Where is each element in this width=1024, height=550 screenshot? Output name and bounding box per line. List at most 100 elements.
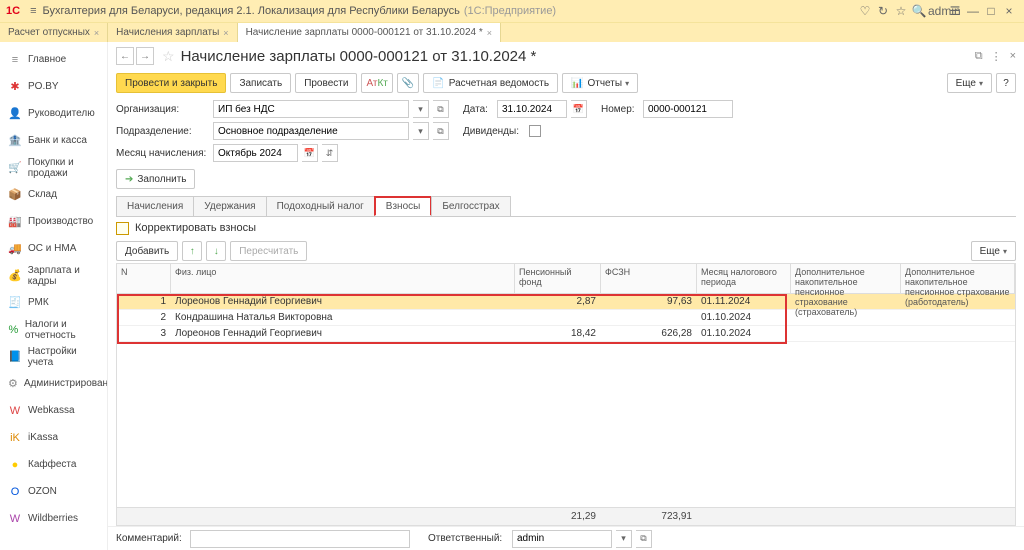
- more-button[interactable]: Еще▾: [947, 73, 992, 93]
- sidebar-label: РМК: [28, 297, 49, 308]
- window-tab[interactable]: Начисления зарплаты×: [108, 23, 237, 43]
- month-label: Месяц начисления:: [116, 148, 209, 159]
- sidebar-label: Налоги и отчетность: [25, 319, 99, 341]
- date-input[interactable]: [497, 100, 567, 118]
- reports-button[interactable]: 📊Отчеты▾: [562, 73, 638, 93]
- attach-button[interactable]: 📎: [397, 73, 419, 93]
- caps-icon[interactable]: ☰: [946, 4, 964, 18]
- titlebar: 1C ≡ Бухгалтерия для Беларуси, редакция …: [0, 0, 1024, 22]
- tab-close-icon[interactable]: ×: [94, 28, 99, 38]
- num-input[interactable]: [643, 100, 733, 118]
- history-icon[interactable]: ↻: [874, 4, 892, 18]
- month-input[interactable]: [213, 144, 298, 162]
- recalc-button[interactable]: Пересчитать: [230, 241, 307, 261]
- post-close-button[interactable]: Провести и закрыть: [116, 73, 226, 93]
- dept-input[interactable]: [213, 122, 409, 140]
- subtab[interactable]: Белгосстрах: [431, 196, 510, 216]
- sidebar-item[interactable]: ✱PO.BY: [0, 73, 107, 100]
- post-button[interactable]: Провести: [295, 73, 357, 93]
- nav-back-button[interactable]: ←: [116, 47, 134, 65]
- sidebar-item[interactable]: 👤Руководителю: [0, 100, 107, 127]
- grid-row[interactable]: 3Лореонов Геннадий Георгиевич18,42626,28…: [117, 326, 1015, 342]
- nav-fwd-button[interactable]: →: [136, 47, 154, 65]
- month-pick-icon[interactable]: 📅: [302, 144, 318, 162]
- dept-select-icon[interactable]: ▾: [413, 122, 429, 140]
- close-doc-icon[interactable]: ×: [1010, 50, 1016, 63]
- minimize-icon[interactable]: —: [964, 4, 982, 18]
- grid-row[interactable]: 1Лореонов Геннадий Георгиевич2,8797,6301…: [117, 294, 1015, 310]
- user-label[interactable]: admin: [928, 4, 946, 18]
- dtkt-button[interactable]: АтКт: [361, 73, 392, 93]
- link-icon[interactable]: ⧉: [975, 50, 983, 63]
- sidebar-item[interactable]: ⚙Администрирование: [0, 370, 107, 397]
- sidebar-label: OZON: [28, 486, 57, 497]
- responsible-input[interactable]: [512, 530, 612, 548]
- sidebar-item[interactable]: 💰Зарплата и кадры: [0, 262, 107, 289]
- sidebar-label: Главное: [28, 54, 66, 65]
- sidebar-item[interactable]: %Налоги и отчетность: [0, 316, 107, 343]
- resp-open-icon[interactable]: ⧉: [636, 530, 652, 548]
- tab-close-icon[interactable]: ×: [487, 28, 492, 38]
- favorite-star-icon[interactable]: ☆: [162, 48, 175, 65]
- sidebar-label: Руководителю: [28, 108, 95, 119]
- tab-close-icon[interactable]: ×: [223, 28, 228, 38]
- search-icon[interactable]: 🔍: [910, 4, 928, 18]
- doc-header: ← → ☆ Начисление зарплаты 0000-000121 от…: [108, 42, 1024, 70]
- footer: Комментарий: Ответственный: ▾ ⧉: [108, 526, 1024, 550]
- comment-input[interactable]: [190, 530, 410, 548]
- sidebar-item[interactable]: iK iKassa: [0, 424, 107, 451]
- sidebar-label: ОС и НМА: [28, 243, 76, 254]
- sidebar-label: iKassa: [28, 432, 58, 443]
- toolbar: Провести и закрыть Записать Провести АтК…: [108, 70, 1024, 96]
- vedomost-button[interactable]: 📄Расчетная ведомость: [423, 73, 558, 93]
- subtab[interactable]: Удержания: [193, 196, 266, 216]
- dept-label: Подразделение:: [116, 126, 209, 137]
- maximize-icon[interactable]: □: [982, 4, 1000, 18]
- contributions-grid[interactable]: N Физ. лицо Пенсионный фонд ФСЗН Месяц н…: [116, 263, 1016, 526]
- sidebar-item[interactable]: 📦Склад: [0, 181, 107, 208]
- org-input[interactable]: [213, 100, 409, 118]
- close-icon[interactable]: ×: [1000, 4, 1018, 18]
- grid-more-button[interactable]: Еще▾: [971, 241, 1016, 261]
- write-button[interactable]: Записать: [230, 73, 291, 93]
- add-row-button[interactable]: Добавить: [116, 241, 178, 261]
- resp-select-icon[interactable]: ▾: [616, 530, 632, 548]
- sidebar-item[interactable]: WWebkassa: [0, 397, 107, 424]
- date-pick-icon[interactable]: 📅: [571, 100, 587, 118]
- options-icon[interactable]: ⋮: [991, 50, 1002, 63]
- sidebar-item[interactable]: 🚚ОС и НМА: [0, 235, 107, 262]
- month-step-icon[interactable]: ⇵: [322, 144, 338, 162]
- grid-row[interactable]: 2Кондрашина Наталья Викторовна01.10.2024: [117, 310, 1015, 326]
- sidebar-item[interactable]: 🧾РМК: [0, 289, 107, 316]
- sidebar-item[interactable]: WWildberries: [0, 505, 107, 532]
- dividends-checkbox[interactable]: [529, 125, 541, 137]
- window-tab[interactable]: Начисление зарплаты 0000-000121 от 31.10…: [238, 23, 501, 43]
- sidebar-icon: O: [8, 485, 22, 499]
- main-menu-icon[interactable]: ≡: [30, 5, 36, 17]
- org-select-icon[interactable]: ▾: [413, 100, 429, 118]
- subtab[interactable]: Подоходный налог: [266, 196, 375, 216]
- org-label: Организация:: [116, 104, 209, 115]
- sidebar-item[interactable]: 🛒Покупки и продажи: [0, 154, 107, 181]
- subtab[interactable]: Начисления: [116, 196, 194, 216]
- sidebar-icon: iK: [8, 431, 22, 445]
- fill-button[interactable]: ➔Заполнить: [116, 169, 195, 189]
- window-tab[interactable]: Расчет отпускных×: [0, 23, 108, 43]
- sidebar-item[interactable]: O OZON: [0, 478, 107, 505]
- subtab[interactable]: Взносы: [374, 196, 433, 216]
- sidebar-icon: ⚙: [8, 377, 18, 391]
- correct-checkbox[interactable]: [116, 222, 129, 235]
- sidebar-item[interactable]: ●Каффеста: [0, 451, 107, 478]
- org-open-icon[interactable]: ⧉: [433, 100, 449, 118]
- sidebar-item[interactable]: 🏦Банк и касса: [0, 127, 107, 154]
- sidebar-item[interactable]: 🏭Производство: [0, 208, 107, 235]
- help-button[interactable]: ?: [996, 73, 1016, 93]
- sidebar-item[interactable]: 📘Настройки учета: [0, 343, 107, 370]
- sidebar-item[interactable]: ≡Главное: [0, 46, 107, 73]
- star-icon[interactable]: ☆: [892, 4, 910, 18]
- bell-icon[interactable]: ♡: [856, 4, 874, 18]
- dept-open-icon[interactable]: ⧉: [433, 122, 449, 140]
- row-down-button[interactable]: ↓: [206, 241, 226, 261]
- row-up-button[interactable]: ↑: [182, 241, 202, 261]
- sidebar-label: Настройки учета: [28, 346, 99, 368]
